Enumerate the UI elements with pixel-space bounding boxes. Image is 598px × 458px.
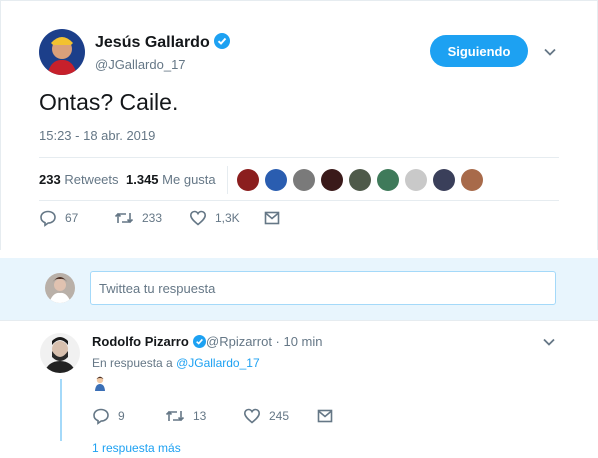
reply-tweet-actions: 9 13 245 — [92, 407, 352, 425]
liker-avatar[interactable] — [461, 169, 483, 191]
retweet-button[interactable]: 233 — [114, 209, 162, 227]
reply-tweet: Rodolfo Pizarro @Rpizarrot · 10 min En r… — [0, 320, 598, 458]
reply-author-meta[interactable]: @Rpizarrot · 10 min — [206, 334, 323, 349]
liker-avatar[interactable] — [237, 169, 259, 191]
main-tweet: Jesús Gallardo @JGallardo_17 Siguiendo O… — [0, 0, 598, 250]
author-handle[interactable]: @JGallardo_17 — [95, 57, 186, 72]
following-button[interactable]: Siguiendo — [430, 35, 528, 67]
reply-count: 67 — [65, 211, 79, 225]
retweet-button[interactable]: 13 — [165, 407, 206, 425]
liker-avatar[interactable] — [405, 169, 427, 191]
retweets-label: Retweets — [64, 172, 119, 187]
liker-avatar[interactable] — [377, 169, 399, 191]
like-count: 245 — [269, 409, 290, 423]
author-avatar[interactable] — [39, 29, 85, 75]
in-reply-handle-link[interactable]: @JGallardo_17 — [176, 356, 260, 370]
tweet-stats: 233 Retweets 1.345 Me gusta — [39, 157, 559, 201]
liker-avatar[interactable] — [349, 169, 371, 191]
likes-stat[interactable]: 1.345 Me gusta — [126, 172, 216, 187]
user-avatar[interactable] — [45, 273, 75, 303]
reply-input[interactable] — [90, 271, 556, 305]
liker-avatar[interactable] — [293, 169, 315, 191]
direct-message-button[interactable] — [316, 407, 342, 425]
like-button[interactable]: 1,3K — [189, 209, 240, 227]
reply-count: 9 — [118, 409, 125, 423]
reply-author-name[interactable]: Rodolfo Pizarro — [92, 334, 206, 349]
heart-icon — [189, 210, 207, 226]
heart-icon — [243, 408, 261, 424]
verified-badge-icon — [192, 335, 206, 348]
retweet-icon — [165, 410, 185, 422]
likes-count: 1.345 — [126, 172, 159, 187]
liker-avatar[interactable] — [321, 169, 343, 191]
envelope-icon — [317, 409, 333, 423]
liker-avatar[interactable] — [433, 169, 455, 191]
likes-label: Me gusta — [162, 172, 216, 187]
envelope-icon — [264, 211, 280, 225]
retweets-count: 233 — [39, 172, 61, 187]
chevron-down-icon[interactable] — [542, 335, 556, 349]
tweet-text: Ontas? Caile. — [39, 89, 179, 115]
tweet-timestamp[interactable]: 15:23 - 18 abr. 2019 — [39, 128, 155, 143]
retweet-icon — [114, 212, 134, 224]
more-replies-link[interactable]: 1 respuesta más — [92, 441, 181, 455]
in-reply-prefix: En respuesta a — [92, 356, 173, 370]
retweets-stat[interactable]: 233 Retweets — [39, 172, 119, 187]
reply-button[interactable]: 67 — [39, 209, 78, 227]
reply-icon — [40, 210, 56, 227]
author-name-text[interactable]: Jesús Gallardo — [95, 34, 210, 51]
reply-author-avatar[interactable] — [40, 333, 80, 373]
emoji-icon — [95, 376, 105, 391]
tweet-actions: 67 233 1,3K — [39, 209, 339, 233]
reply-composer — [0, 258, 598, 320]
reply-icon — [93, 408, 109, 425]
chevron-down-icon[interactable] — [543, 45, 557, 59]
liker-avatar[interactable] — [265, 169, 287, 191]
thread-line — [60, 379, 62, 441]
retweet-count: 233 — [142, 211, 163, 225]
like-count: 1,3K — [215, 211, 240, 225]
retweet-count: 13 — [193, 409, 207, 423]
author-name[interactable]: Jesús Gallardo — [95, 33, 230, 52]
reply-author-name-text[interactable]: Rodolfo Pizarro — [92, 334, 189, 349]
like-button[interactable]: 245 — [243, 407, 289, 425]
direct-message-button[interactable] — [263, 209, 289, 227]
verified-badge-icon — [213, 33, 230, 49]
stats-divider — [227, 166, 228, 194]
reply-button[interactable]: 9 — [92, 407, 125, 425]
in-reply-to: En respuesta a @JGallardo_17 — [92, 356, 260, 370]
